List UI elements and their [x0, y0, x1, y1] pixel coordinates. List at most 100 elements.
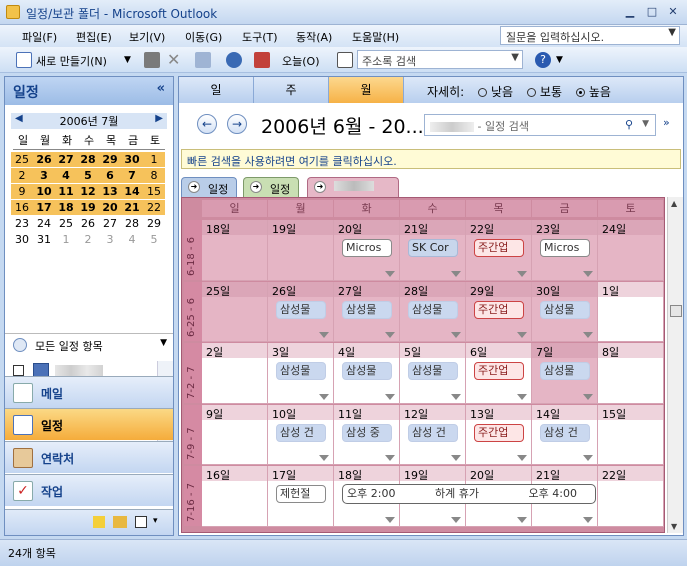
book-icon[interactable]: [337, 52, 353, 68]
mini-calendar-day[interactable]: 21: [121, 200, 143, 215]
menu-view[interactable]: 보기(V): [129, 29, 165, 45]
appointment[interactable]: 삼성물: [540, 300, 590, 319]
detail-option-medium[interactable]: 보통: [540, 85, 562, 99]
calendar-tab-2[interactable]: ➜ 일정: [243, 177, 300, 197]
next-month-icon[interactable]: ▶: [155, 113, 163, 124]
mini-calendar-day[interactable]: 2: [11, 168, 33, 183]
day-number[interactable]: 10일: [272, 406, 296, 422]
today-button[interactable]: 오늘(O): [282, 53, 319, 69]
day-cell[interactable]: 18일: [202, 220, 268, 281]
mini-calendar-day[interactable]: 1: [143, 152, 165, 167]
expand-chevron-icon[interactable]: »: [663, 116, 670, 129]
day-cell[interactable]: 27일 삼성물: [334, 281, 400, 342]
prev-month-icon[interactable]: ◀: [15, 113, 23, 124]
mini-calendar-day[interactable]: 13: [99, 184, 121, 199]
day-number[interactable]: 19일: [404, 467, 428, 483]
appointment[interactable]: 삼성물: [342, 362, 392, 380]
appointment[interactable]: 주간업: [474, 239, 524, 257]
detail-option-low[interactable]: 낮음: [491, 85, 513, 99]
more-items-arrow-icon[interactable]: [385, 270, 395, 277]
appointment[interactable]: SK Cor: [408, 239, 458, 257]
mini-calendar-day[interactable]: 20: [99, 200, 121, 215]
appointment[interactable]: 삼성물: [276, 362, 326, 380]
day-cell[interactable]: 25일: [202, 281, 268, 342]
day-number[interactable]: 29일: [470, 283, 494, 299]
search-icon[interactable]: ⚲: [625, 118, 633, 131]
week-label[interactable]: 7-16 - 7: [184, 466, 202, 526]
appointment[interactable]: 삼성물: [408, 362, 458, 380]
mini-calendar-day[interactable]: 14: [121, 184, 143, 199]
week-label[interactable]: 6-18 - 6: [184, 220, 202, 280]
tab-day[interactable]: 일: [179, 77, 254, 103]
print-icon[interactable]: [144, 52, 160, 68]
appointment[interactable]: 주간업: [474, 300, 524, 319]
more-items-arrow-icon[interactable]: [451, 393, 461, 400]
day-number[interactable]: 15일: [602, 406, 626, 422]
mini-calendar-day[interactable]: 25: [55, 216, 77, 231]
day-number[interactable]: 17일: [272, 467, 296, 483]
day-cell[interactable]: 5일 삼성물: [400, 343, 466, 404]
new-appointment-icon[interactable]: [16, 52, 32, 68]
day-cell[interactable]: 10일 삼성 건: [268, 404, 334, 465]
more-items-arrow-icon[interactable]: [517, 516, 527, 523]
day-cell[interactable]: 17일 제헌절: [268, 466, 334, 527]
mini-calendar-day[interactable]: 8: [143, 168, 165, 183]
more-items-arrow-icon[interactable]: [451, 270, 461, 277]
tab-month[interactable]: 월: [329, 77, 404, 103]
more-items-arrow-icon[interactable]: [583, 332, 593, 338]
mini-calendar-day[interactable]: 24: [33, 216, 55, 231]
appointment[interactable]: 삼성 건: [540, 423, 590, 442]
arrow-icon[interactable]: ➜: [314, 181, 326, 193]
day-cell[interactable]: 20일 Micros: [334, 220, 400, 281]
chevron-down-icon[interactable]: ▼: [642, 119, 649, 129]
day-number[interactable]: 21일: [536, 467, 560, 483]
day-number[interactable]: 18일: [206, 221, 230, 237]
more-items-arrow-icon[interactable]: [451, 455, 461, 461]
nav-button-mail[interactable]: 메일: [5, 376, 173, 408]
calendar-search-input[interactable]: - 일정 검색 ⚲ ▼: [424, 114, 656, 136]
day-number[interactable]: 18일: [338, 467, 362, 483]
day-number[interactable]: 6일: [470, 344, 487, 360]
calendar-tab-1[interactable]: ➜ 일정: [181, 177, 238, 197]
nav-button-tasks[interactable]: ✓ 작업: [5, 474, 173, 506]
mini-calendar-day[interactable]: 12: [77, 184, 99, 199]
mini-calendar-day[interactable]: 3: [99, 232, 121, 247]
mini-calendar-day[interactable]: 27: [55, 152, 77, 167]
day-number[interactable]: 2일: [206, 344, 223, 360]
help-search-input[interactable]: 질문을 입력하십시오. ▼: [500, 26, 680, 45]
appointment[interactable]: 삼성물: [540, 362, 590, 380]
day-cell[interactable]: 23일 Micros: [532, 220, 598, 281]
new-dropdown-arrow-icon[interactable]: ▼: [124, 55, 131, 65]
mini-calendar-day[interactable]: 3: [33, 168, 55, 183]
help-dropdown-arrow-icon[interactable]: ▼: [556, 55, 563, 65]
day-cell[interactable]: 2일: [202, 343, 268, 404]
menu-tools[interactable]: 도구(T): [242, 29, 278, 45]
more-items-arrow-icon[interactable]: [319, 332, 329, 338]
day-cell[interactable]: 14일 삼성 건: [532, 404, 598, 465]
detail-option-high[interactable]: 높음: [589, 85, 611, 99]
more-items-arrow-icon[interactable]: [451, 332, 461, 338]
shortcuts-icon[interactable]: [135, 516, 147, 528]
send-receive-icon[interactable]: [226, 52, 242, 68]
all-calendar-items[interactable]: 모든 일정 항목 ▼: [5, 333, 173, 355]
day-number[interactable]: 3일: [272, 344, 289, 360]
calendar-checkbox[interactable]: [13, 365, 24, 376]
day-cell[interactable]: 29일 주간업: [466, 281, 532, 342]
day-number[interactable]: 1일: [602, 283, 619, 299]
more-items-arrow-icon[interactable]: [583, 516, 593, 523]
mini-calendar-day[interactable]: 2: [77, 232, 99, 247]
appointment[interactable]: Micros: [540, 239, 590, 257]
folder-icon[interactable]: [113, 516, 127, 528]
day-number[interactable]: 23일: [536, 221, 560, 237]
menu-actions[interactable]: 동작(A): [296, 29, 332, 45]
more-items-arrow-icon[interactable]: [385, 455, 395, 461]
mini-calendar-day[interactable]: 27: [99, 216, 121, 231]
move-to-folder-icon[interactable]: [195, 52, 211, 68]
menu-help[interactable]: 도움말(H): [352, 29, 399, 45]
chevron-down-icon[interactable]: ▼: [160, 338, 167, 348]
new-button[interactable]: 새로 만들기(N): [36, 53, 107, 69]
day-number[interactable]: 27일: [338, 283, 362, 299]
more-items-arrow-icon[interactable]: [319, 455, 329, 461]
day-cell[interactable]: 22일 주간업: [466, 220, 532, 281]
detail-radio-high[interactable]: [575, 88, 585, 97]
